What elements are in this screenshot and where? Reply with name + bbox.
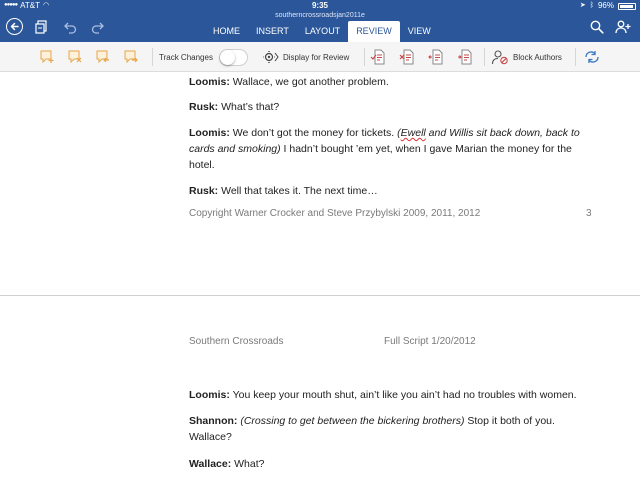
- page-number: 3: [586, 208, 592, 219]
- script-line: Loomis: Wallace, we got another problem.: [189, 74, 584, 90]
- status-bar: ●●●●● AT&T ◠ 9:35 ➤ ᛒ 96%: [0, 0, 640, 11]
- page-footer: Copyright Warner Crocker and Steve Przyb…: [189, 208, 481, 219]
- script-line: Loomis: You keep your mouth shut, ain’t …: [189, 387, 584, 403]
- page-break-divider: [0, 295, 640, 296]
- display-for-review-button[interactable]: Display for Review: [263, 48, 349, 66]
- script-line: Rusk: Well that takes it. The next time…: [189, 183, 584, 199]
- next-change-button[interactable]: [457, 48, 475, 66]
- file-sync-icon: [35, 20, 47, 34]
- accept-change-button[interactable]: [370, 48, 388, 66]
- script-line: Shannon: (Crossing to get between the bi…: [189, 413, 584, 445]
- tab-review[interactable]: REVIEW: [348, 21, 400, 42]
- next-comment-button[interactable]: [122, 48, 140, 66]
- tab-insert[interactable]: INSERT: [248, 21, 297, 42]
- next-change-icon: [458, 49, 472, 65]
- script-line: Wallace: What?: [189, 456, 584, 472]
- document-canvas[interactable]: Loomis: Wallace, we got another problem.…: [0, 72, 640, 480]
- spelling-flagged-word[interactable]: Ewell: [401, 127, 426, 139]
- dialogue-text: What?: [231, 458, 265, 470]
- battery-percent: 96%: [597, 1, 614, 10]
- display-for-review-label: Display for Review: [283, 52, 350, 62]
- speaker-name: Loomis:: [189, 76, 230, 88]
- redo-icon: [91, 22, 104, 34]
- bluetooth-icon: ᛒ: [589, 2, 594, 9]
- page-header-title: Southern Crossroads: [189, 336, 284, 347]
- script-line: Rusk: What’s that?: [189, 99, 584, 115]
- ribbon-separator: [575, 48, 576, 66]
- location-icon: ➤: [579, 2, 586, 9]
- previous-comment-icon: [96, 50, 109, 64]
- script-line: Loomis: We don’t got the money for ticke…: [189, 125, 584, 173]
- track-changes-label: Track Changes: [159, 52, 213, 62]
- speaker-name: Rusk:: [189, 101, 219, 113]
- previous-change-icon: [428, 49, 443, 65]
- new-comment-icon: [40, 50, 54, 64]
- undo-icon: [64, 22, 77, 34]
- speaker-name: Shannon:: [189, 415, 238, 427]
- block-authors-button[interactable]: Block Authors: [491, 48, 562, 66]
- ribbon-tabs: HOME INSERT LAYOUT REVIEW VIEW: [205, 21, 439, 42]
- redo-button[interactable]: [89, 18, 107, 36]
- undo-button[interactable]: [61, 18, 79, 36]
- dialogue-text: You keep your mouth shut, ain’t like you…: [229, 389, 577, 401]
- delete-comment-button[interactable]: [66, 48, 84, 66]
- block-authors-label: Block Authors: [513, 52, 562, 62]
- search-icon: [590, 20, 604, 34]
- back-button[interactable]: [6, 18, 23, 35]
- dialogue-text: We don’t got the money for tickets.: [229, 127, 398, 139]
- stage-direction: (Crossing to get between the bickering b…: [237, 415, 465, 427]
- block-authors-icon: [491, 50, 508, 65]
- speaker-name: Rusk:: [189, 185, 219, 197]
- dialogue-text: Wallace, we got another problem.: [229, 76, 389, 88]
- share-button[interactable]: [614, 18, 632, 36]
- back-arrow-icon: [10, 22, 19, 31]
- new-comment-button[interactable]: [38, 48, 56, 66]
- add-person-icon: [615, 20, 631, 34]
- ribbon-separator: [364, 48, 365, 66]
- tab-home[interactable]: HOME: [205, 21, 248, 42]
- delete-comment-icon: [68, 50, 82, 64]
- file-button[interactable]: [33, 18, 51, 36]
- battery-icon: [618, 3, 636, 10]
- title-bar: ●●●●● AT&T ◠ 9:35 ➤ ᛒ 96% southerncrossr…: [0, 0, 640, 42]
- toggle-knob: [220, 49, 235, 65]
- dialogue-text: Well that takes it. The next time…: [218, 185, 378, 197]
- search-button[interactable]: [588, 18, 606, 36]
- tab-view[interactable]: VIEW: [400, 21, 439, 42]
- track-changes-group: Track Changes: [159, 48, 213, 66]
- clock: 9:35: [311, 1, 328, 10]
- speaker-name: Loomis:: [189, 389, 230, 401]
- update-button[interactable]: [583, 48, 601, 66]
- display-settings-icon: [263, 51, 279, 63]
- previous-change-button[interactable]: [428, 48, 446, 66]
- accept-change-icon: [370, 49, 385, 65]
- tab-layout[interactable]: LAYOUT: [297, 21, 348, 42]
- previous-comment-button[interactable]: [94, 48, 112, 66]
- speaker-name: Loomis:: [189, 127, 230, 139]
- ribbon-separator: [152, 48, 153, 66]
- reject-change-button[interactable]: [399, 48, 417, 66]
- track-changes-toggle[interactable]: [219, 48, 248, 66]
- dialogue-text: What’s that?: [218, 101, 280, 113]
- next-comment-icon: [124, 50, 138, 64]
- review-ribbon: Track Changes Display for Review Block A…: [0, 42, 640, 72]
- sync-update-icon: [585, 51, 599, 63]
- ribbon-separator: [484, 48, 485, 66]
- reject-change-icon: [399, 49, 414, 65]
- track-changes-switch[interactable]: [219, 48, 248, 66]
- page-header-date: Full Script 1/20/2012: [384, 336, 476, 347]
- speaker-name: Wallace:: [189, 458, 232, 470]
